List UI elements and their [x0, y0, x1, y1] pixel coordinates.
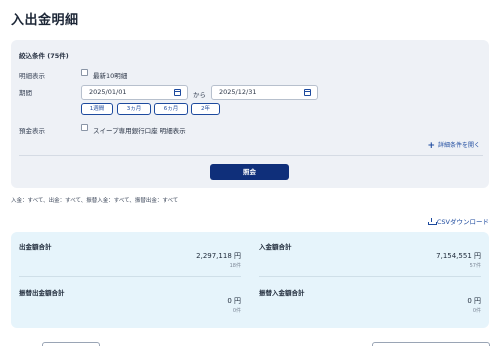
page-title: 入出金明細 [11, 13, 79, 28]
totals-divider [19, 276, 241, 277]
period-label: 期間 [19, 89, 32, 97]
period-1week-button[interactable]: 1週間 [81, 103, 113, 115]
totals-divider [259, 276, 481, 277]
latest10-checkbox[interactable] [81, 69, 88, 76]
filter-panel: 絞込条件 (75件) 明細表示 最新10明細 期間 2025/01/01 から … [11, 40, 489, 188]
csv-download-label: CSVダウンロード [436, 218, 489, 226]
withdrawal-total-label: 出金額合計 [19, 243, 52, 251]
transfer-out-total-amount: 0 円 [227, 297, 241, 305]
filter-divider [19, 155, 483, 156]
latest10-label[interactable]: 最新10明細 [93, 70, 127, 80]
calendar-icon[interactable] [174, 89, 181, 96]
from-label: から [193, 91, 206, 99]
calendar-icon[interactable] [304, 89, 311, 96]
date-to-input[interactable]: 2025/12/31 [211, 85, 318, 100]
search-button[interactable]: 照会 [210, 164, 289, 180]
deposit-total-amount: 7,154,551 円 [436, 252, 481, 260]
plus-icon: + [427, 141, 435, 151]
transfer-out-total-label: 振替出金額合計 [19, 289, 65, 297]
filter-heading: 絞込条件 (75件) [19, 52, 69, 60]
date-from-value: 2025/01/01 [89, 88, 127, 96]
expand-details-label: 詳細条件を開く [437, 142, 480, 149]
transfer-out-total-count: 0件 [232, 308, 241, 314]
deposit-label: 預金表示 [19, 127, 45, 135]
transfer-in-total-count: 0件 [472, 308, 481, 314]
deposit-total-label: 入金額合計 [259, 243, 292, 251]
period-3month-button[interactable]: 3ヵ月 [117, 103, 151, 115]
withdrawal-total-count: 18件 [229, 263, 241, 269]
expand-details-link[interactable]: + 詳細条件を開く [427, 140, 480, 151]
csv-download-link[interactable]: CSVダウンロード [427, 216, 489, 226]
download-icon [427, 218, 437, 225]
display-label: 明細表示 [19, 72, 45, 80]
transfer-in-total-amount: 0 円 [467, 297, 481, 305]
deposit-total-count: 57件 [469, 263, 481, 269]
sweep-label[interactable]: スイープ専用銀行口座 明細表示 [93, 125, 186, 135]
bottom-right-button[interactable] [372, 342, 490, 346]
sweep-checkbox[interactable] [81, 124, 88, 131]
filter-summary: 入金：すべて、出金：すべて、振替入金：すべて、振替出金：すべて [11, 198, 179, 204]
period-6month-button[interactable]: 6ヵ月 [154, 103, 188, 115]
transfer-in-total-label: 振替入金額合計 [259, 289, 305, 297]
withdrawal-total-amount: 2,297,118 円 [196, 252, 241, 260]
bottom-left-button[interactable] [42, 342, 100, 346]
period-2year-button[interactable]: 2年 [191, 103, 220, 115]
totals-panel: 出金額合計 2,297,118 円 18件 入金額合計 7,154,551 円 … [11, 232, 489, 328]
date-to-value: 2025/12/31 [219, 88, 257, 96]
date-from-input[interactable]: 2025/01/01 [81, 85, 188, 100]
